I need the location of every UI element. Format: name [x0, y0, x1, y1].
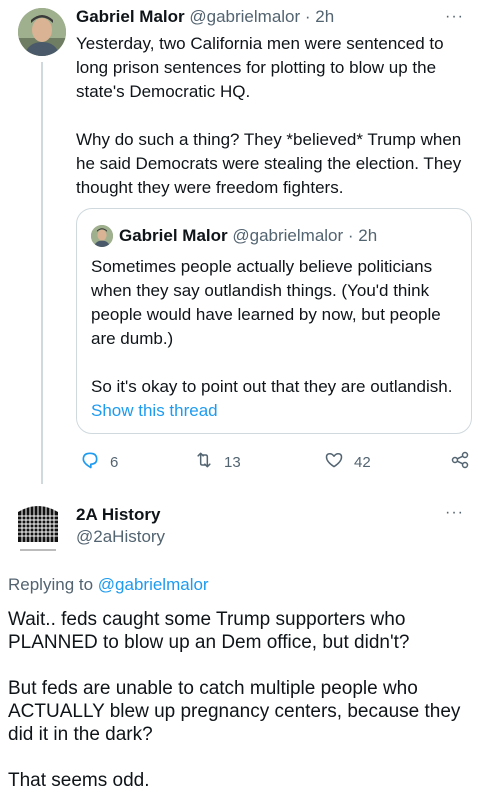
reply-icon [80, 450, 100, 474]
retweet-icon [194, 450, 214, 474]
more-icon[interactable]: ··· [445, 504, 464, 522]
retweet-button[interactable]: 13 [194, 450, 241, 474]
reply-paragraph: But feds are unable to catch multiple pe… [8, 678, 461, 745]
retweet-count: 13 [224, 453, 241, 471]
share-button[interactable] [450, 450, 470, 474]
author-handle[interactable]: @gabrielmalor [189, 7, 300, 26]
thread-line [41, 62, 43, 484]
tweet-time[interactable]: · 2h [305, 7, 334, 26]
reply-button[interactable]: 6 [80, 450, 118, 474]
author-name[interactable]: Gabriel Malor [76, 7, 185, 26]
replying-prefix: Replying to [8, 575, 94, 594]
reply-text: Wait.. feds caught some Trump supporters… [8, 608, 470, 792]
reply-author-handle[interactable]: @2aHistory [76, 526, 165, 548]
like-button[interactable]: 42 [324, 450, 371, 474]
reply-author-avatar[interactable] [8, 498, 68, 558]
like-count: 42 [354, 453, 371, 471]
quote-time: · 2h [347, 226, 378, 245]
tweet-header: Gabriel Malor @gabrielmalor · 2h [76, 6, 334, 28]
quote-header: Gabriel Malor @gabrielmalor · 2h [119, 225, 377, 247]
quote-author-avatar [91, 225, 113, 247]
reply-tweet[interactable]: 2A History @2aHistory ··· Replying to @g… [0, 492, 478, 800]
author-avatar[interactable] [18, 8, 66, 56]
more-icon[interactable]: ··· [445, 8, 464, 26]
tweet-paragraph: Why do such a thing? They *believed* Tru… [76, 130, 462, 197]
quote-author-handle: @gabrielmalor [232, 226, 344, 245]
show-thread-link[interactable]: Show this thread [91, 399, 218, 423]
quote-text: Sometimes people actually believe politi… [91, 255, 463, 399]
reply-paragraph: Wait.. feds caught some Trump supporters… [8, 609, 410, 653]
tweet-paragraph: Yesterday, two California men were sente… [76, 34, 444, 101]
replying-to: Replying to @gabrielmalor [8, 574, 209, 596]
replying-to-link[interactable]: @gabrielmalor [98, 575, 209, 594]
tweet-actions: 6 13 42 [76, 450, 472, 474]
quoted-tweet[interactable]: Gabriel Malor @gabrielmalor · 2h Sometim… [76, 208, 472, 434]
reply-count: 6 [110, 453, 119, 471]
quote-author-name: Gabriel Malor [119, 226, 228, 245]
like-icon [324, 450, 344, 474]
reply-author-name[interactable]: 2A History [76, 504, 160, 526]
tweet-text: Yesterday, two California men were sente… [76, 32, 468, 200]
reply-paragraph: That seems odd. [8, 770, 150, 791]
share-icon [450, 450, 470, 474]
quote-paragraph: So it's okay to point out that they are … [91, 377, 453, 396]
quote-paragraph: Sometimes people actually believe politi… [91, 257, 441, 348]
main-tweet[interactable]: Gabriel Malor @gabrielmalor · 2h ··· Yes… [0, 0, 478, 485]
